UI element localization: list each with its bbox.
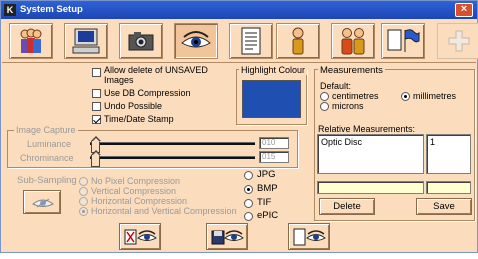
bmp-radio[interactable] — [244, 185, 253, 194]
eye-icon — [32, 198, 54, 208]
delete-eye-icon — [124, 229, 157, 245]
epic-radio[interactable] — [244, 212, 253, 221]
person-tab-button[interactable] — [276, 23, 320, 59]
undo-possible-label: Undo Possible — [104, 101, 163, 111]
millimetres-radio[interactable] — [401, 92, 410, 101]
default-label: Default: — [320, 81, 352, 91]
luminance-value-field[interactable]: 010 — [259, 137, 289, 149]
vertical-compression-radio — [79, 187, 88, 196]
allow-delete-label: Allow delete of UNSAVED — [104, 65, 208, 75]
jpg-radio[interactable] — [244, 171, 253, 180]
system-setup-window: K System Setup × Allow delete of UNSAVED… — [0, 0, 478, 253]
eye-icon — [181, 31, 211, 48]
delete-image-button[interactable] — [119, 223, 161, 250]
computer-icon — [72, 28, 100, 54]
allow-delete-checkbox[interactable] — [92, 68, 101, 77]
toolbar — [1, 21, 478, 61]
time-date-stamp-checkbox[interactable] — [92, 115, 101, 124]
jpg-label: JPG — [257, 169, 276, 180]
horizontal-vertical-compression-radio — [79, 207, 88, 216]
title-bar: K System Setup × — [1, 1, 477, 19]
centimetres-label: centimetres — [332, 91, 379, 101]
chrominance-value-field[interactable]: 015 — [259, 151, 289, 163]
new-image-button[interactable] — [288, 223, 330, 250]
microns-label: microns — [332, 101, 364, 111]
close-button[interactable]: × — [455, 3, 473, 17]
relative-name-field[interactable]: Optic Disc — [317, 134, 424, 174]
use-db-compression-label: Use DB Compression — [104, 88, 191, 98]
tif-label: TIF — [257, 197, 272, 208]
camera-tab-button[interactable] — [119, 23, 163, 59]
users-tab-button[interactable] — [9, 23, 53, 59]
microns-radio[interactable] — [320, 102, 329, 111]
relative-value-field[interactable]: 1 — [426, 134, 471, 174]
image-capture-title: Image Capture — [14, 125, 78, 135]
flag-icon — [387, 29, 420, 52]
new-value-field[interactable] — [426, 181, 471, 194]
vertical-compression-label: Vertical Compression — [91, 186, 177, 196]
highlight-colour-title: Highlight Colour — [239, 65, 308, 75]
plus-icon — [448, 30, 470, 52]
persons-icon — [341, 28, 365, 55]
delete-button[interactable]: Delete — [319, 198, 375, 215]
bmp-label: BMP — [257, 183, 278, 194]
person-icon — [292, 27, 304, 55]
horizontal-compression-label: Horizontal Compression — [91, 196, 188, 206]
computer-tab-button[interactable] — [64, 23, 108, 59]
document-icon — [241, 27, 261, 55]
chrominance-slider-thumb[interactable] — [91, 150, 101, 167]
undo-possible-checkbox[interactable] — [92, 102, 101, 111]
no-pixel-compression-radio — [79, 177, 88, 186]
chrominance-label: Chrominance — [20, 153, 74, 163]
window-title: System Setup — [20, 4, 83, 15]
highlight-colour-swatch[interactable] — [242, 80, 301, 118]
save-button[interactable]: Save — [416, 198, 472, 215]
sub-sampling-eye-button — [23, 190, 61, 214]
horizontal-vertical-compression-label: Horizontal and Vertical Compression — [91, 206, 237, 216]
flag-tab-button[interactable] — [381, 23, 425, 59]
no-pixel-compression-label: No Pixel Compression — [91, 176, 181, 186]
horizontal-compression-radio — [79, 197, 88, 206]
luminance-value: 010 — [262, 138, 276, 147]
allow-delete-label-line2: Images — [104, 75, 134, 85]
camera-icon — [128, 32, 154, 51]
measurements-title: Measurements — [318, 65, 385, 76]
app-icon: K — [4, 4, 16, 16]
eye-tab-button[interactable] — [174, 23, 218, 59]
relative-name-value: Optic Disc — [321, 137, 363, 147]
relative-value-text: 1 — [430, 137, 436, 147]
document-tab-button[interactable] — [229, 23, 273, 59]
tif-radio[interactable] — [244, 199, 253, 208]
luminance-slider-track[interactable] — [90, 142, 255, 145]
chrominance-value: 015 — [262, 152, 276, 161]
save-eye-icon — [211, 230, 244, 245]
sub-sampling-label: Sub-Sampling — [17, 175, 77, 186]
persons-tab-button[interactable] — [331, 23, 375, 59]
millimetres-label: millimetres — [413, 91, 457, 101]
chrominance-slider-track[interactable] — [90, 156, 255, 159]
add-tab-button — [437, 23, 478, 59]
toolbar-separator — [2, 62, 476, 63]
luminance-label: Luminance — [27, 139, 72, 149]
use-db-compression-checkbox[interactable] — [92, 89, 101, 98]
save-image-button[interactable] — [206, 223, 248, 250]
relative-measurements-label: Relative Measurements: — [318, 124, 416, 134]
time-date-stamp-label: Time/Date Stamp — [104, 114, 174, 124]
new-eye-icon — [293, 228, 326, 246]
new-name-field[interactable] — [317, 181, 424, 194]
centimetres-radio[interactable] — [320, 92, 329, 101]
people-icon — [20, 28, 42, 53]
epic-label: ePIC — [257, 210, 279, 221]
